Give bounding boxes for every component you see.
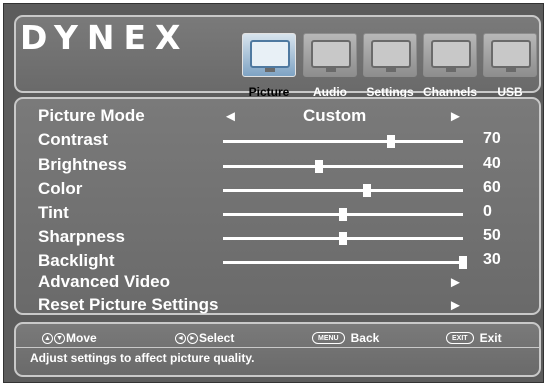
- setting-label: Tint: [38, 203, 69, 222]
- slider-thumb[interactable]: [339, 232, 347, 245]
- arrow-left-icon[interactable]: ◄: [223, 108, 238, 125]
- chevron-right-icon[interactable]: ►: [448, 274, 463, 291]
- exit-hint: EXIT Exit: [446, 331, 502, 345]
- down-arrow-icon: ▼: [54, 332, 65, 344]
- setting-value: 60: [483, 179, 501, 196]
- setting-label: Backlight: [38, 251, 115, 270]
- tab-channels[interactable]: Channels: [421, 33, 479, 103]
- submenu-label: Reset Picture Settings: [38, 295, 219, 314]
- setting-tint[interactable]: Tint 0: [38, 203, 508, 225]
- setting-value: 0: [483, 203, 492, 220]
- exit-key-icon: EXIT: [446, 332, 474, 344]
- slider-track[interactable]: [223, 256, 467, 269]
- move-label: Move: [66, 331, 97, 345]
- submenu-advanced-video[interactable]: Advanced Video ►: [38, 272, 508, 294]
- setting-brightness[interactable]: Brightness 40: [38, 155, 508, 177]
- move-hint: ▲ ▼ Move: [42, 331, 97, 345]
- setting-value: 40: [483, 155, 501, 172]
- slider-track[interactable]: [223, 208, 463, 221]
- tab-usb[interactable]: USB: [481, 33, 539, 103]
- dynex-logo: DYNEX: [20, 18, 190, 57]
- slider-thumb[interactable]: [339, 208, 347, 221]
- chevron-right-icon[interactable]: ►: [448, 297, 463, 314]
- setting-contrast[interactable]: Contrast 70: [38, 130, 508, 152]
- slider-track[interactable]: [223, 135, 463, 148]
- slider-thumb[interactable]: [363, 184, 371, 197]
- slider-track[interactable]: [223, 232, 463, 245]
- setting-label: Sharpness: [38, 227, 125, 246]
- usb-icon: [483, 33, 537, 77]
- picture-mode-label: Picture Mode: [38, 106, 145, 125]
- setting-color[interactable]: Color 60: [38, 179, 508, 201]
- left-arrow-icon: ◄: [175, 332, 186, 344]
- submenu-label: Advanced Video: [38, 272, 170, 291]
- channels-icon: [423, 33, 477, 77]
- picture-mode-row[interactable]: Picture Mode ◄ Custom ►: [38, 106, 508, 128]
- slider-thumb[interactable]: [387, 135, 395, 148]
- setting-backlight[interactable]: Backlight 30: [38, 251, 508, 273]
- help-text: Adjust settings to affect picture qualit…: [30, 351, 255, 365]
- setting-label: Brightness: [38, 155, 127, 174]
- slider-thumb[interactable]: [459, 256, 467, 269]
- slider-track[interactable]: [223, 184, 463, 197]
- arrow-right-icon[interactable]: ►: [448, 108, 463, 125]
- picture-icon: [242, 33, 296, 77]
- slider-track[interactable]: [223, 160, 463, 173]
- back-label: Back: [350, 331, 380, 345]
- exit-label: Exit: [479, 331, 502, 345]
- select-hint: ◄ ► Select: [175, 331, 234, 345]
- footer-divider: [16, 347, 539, 348]
- select-label: Select: [199, 331, 235, 345]
- setting-label: Contrast: [38, 130, 108, 149]
- tab-settings[interactable]: Settings: [361, 33, 419, 103]
- right-arrow-icon: ►: [187, 332, 198, 344]
- setting-label: Color: [38, 179, 83, 198]
- setting-value: 70: [483, 130, 501, 147]
- tab-audio[interactable]: Audio: [301, 33, 359, 103]
- audio-icon: [303, 33, 357, 77]
- submenu-reset-picture-settings[interactable]: Reset Picture Settings ►: [38, 295, 508, 317]
- setting-sharpness[interactable]: Sharpness 50: [38, 227, 508, 249]
- settings-icon: [363, 33, 417, 77]
- picture-mode-value: Custom: [303, 106, 367, 125]
- slider-thumb[interactable]: [315, 160, 323, 173]
- tab-picture[interactable]: Picture: [240, 33, 298, 103]
- back-hint: MENU Back: [312, 331, 379, 345]
- menu-key-icon: MENU: [312, 332, 345, 344]
- setting-value: 30: [483, 251, 501, 268]
- setting-value: 50: [483, 227, 501, 244]
- up-arrow-icon: ▲: [42, 332, 53, 344]
